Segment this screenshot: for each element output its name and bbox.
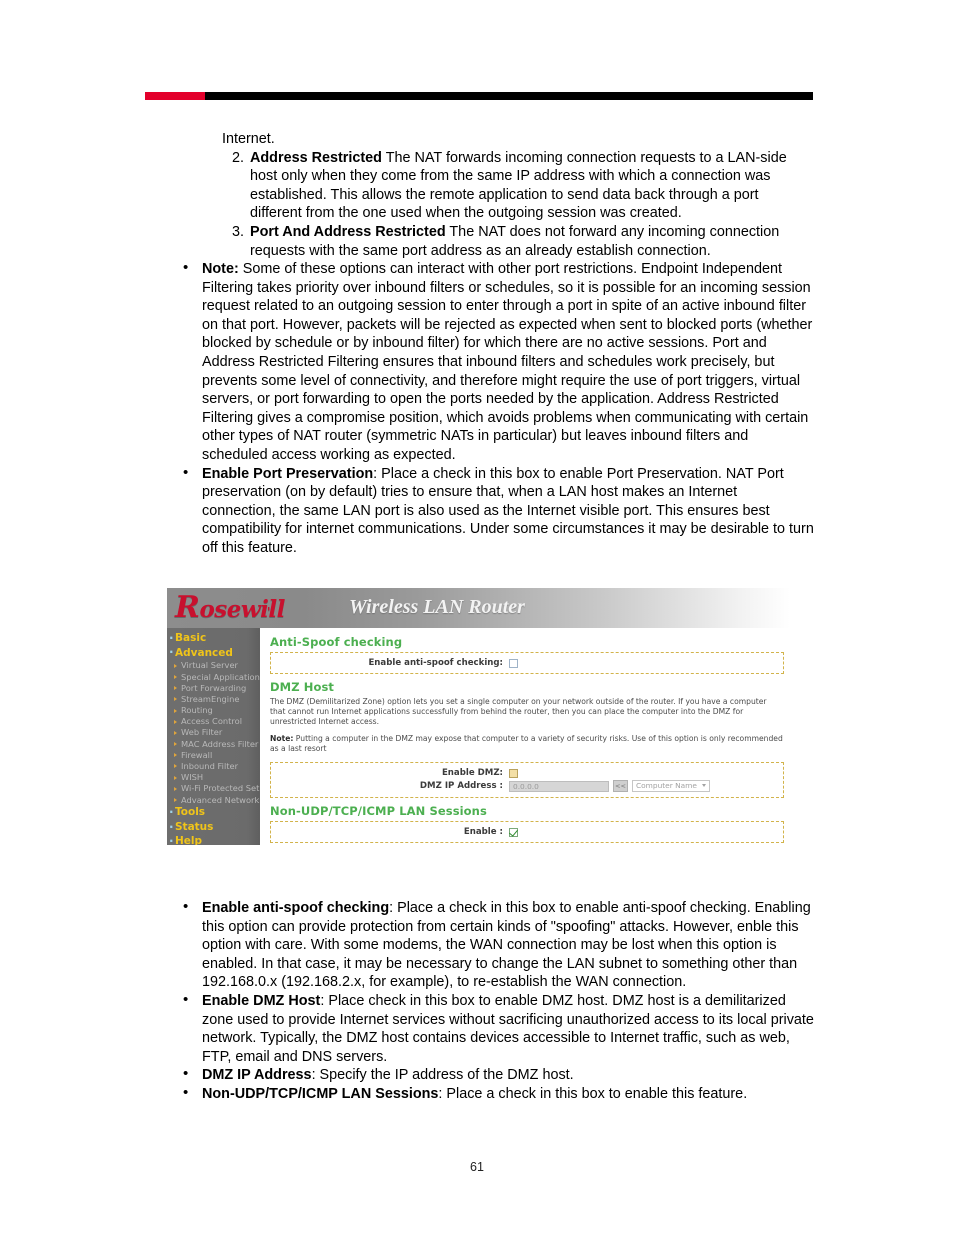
section-heading-antispoof: Anti-Spoof checking	[270, 635, 403, 649]
bullet-term: Note:	[202, 261, 239, 277]
sidebar-item-basic[interactable]: Basic	[167, 631, 260, 645]
nonudp-enable-checkbox[interactable]	[509, 827, 518, 837]
sidebar-item-mac-address-filter[interactable]: MAC Address Filter	[167, 738, 260, 749]
sidebar-item-advanced[interactable]: Advanced	[167, 645, 260, 659]
router-sidebar: Basic Advanced Virtual Server Special Ap…	[167, 628, 270, 845]
list-number: 2.	[231, 149, 244, 166]
router-header-bar: Rosewill ' Wireless LAN Router	[167, 588, 790, 628]
document-bottom-bullets: Enable anti-spoof checking : Place a chec…	[174, 898, 819, 1104]
dmz-note-label: Note:	[270, 734, 294, 743]
sidebar-item-special-applications[interactable]: Special Applications	[167, 671, 264, 682]
list-item: Enable DMZ Host: Place check in this box…	[174, 991, 819, 1066]
sidebar-item-inbound-filter[interactable]: Inbound Filter	[167, 760, 260, 771]
antispoof-enable-checkbox[interactable]	[509, 658, 518, 668]
bullet-text: : Place a check in this box to enable th…	[438, 1085, 748, 1102]
list-item-term: Address Restricted	[250, 149, 382, 166]
list-item: Non-UDP/TCP/ICMP LAN Sessions: Place a c…	[174, 1084, 819, 1104]
bullet-term: Non-UDP/TCP/ICMP LAN Sessions	[202, 1085, 439, 1102]
router-main-content: Anti-Spoof checking Enable anti-spoof ch…	[260, 628, 790, 845]
logo-tick-mark: '	[266, 605, 271, 619]
bullet-list: Note: Some of these options can interact…	[174, 259, 814, 558]
dmz-computer-name-value: Computer Name	[636, 781, 697, 790]
sidebar-item-routing[interactable]: Routing	[167, 705, 260, 716]
router-header-title: Wireless LAN Router	[349, 596, 525, 618]
sidebar-item-wifi-protected-setup[interactable]: Wi-Fi Protected Setup	[167, 783, 270, 794]
page-header-rule	[145, 92, 813, 100]
list-item: 3. Port And Address Restricted The NAT do…	[222, 223, 814, 260]
sidebar-item-virtual-server[interactable]: Virtual Server	[167, 660, 260, 671]
sidebar-item-help[interactable]: Help	[167, 834, 260, 845]
dmz-enable-checkbox[interactable]	[509, 768, 518, 778]
dmz-description: The DMZ (Demilitarized Zone) option lets…	[270, 697, 767, 726]
section-heading-nonudp: Non-UDP/TCP/ICMP LAN Sessions	[270, 804, 487, 818]
bullet-text: Some of these options can interact with …	[202, 261, 813, 463]
document-top-text: Internet. 2. Address Restricted The NAT f…	[222, 130, 814, 260]
dmz-computer-name-select[interactable]: Computer Name	[632, 780, 710, 792]
sidebar-item-web-filter[interactable]: Web Filter	[167, 727, 260, 738]
bullet-term: Enable anti-spoof checking	[202, 900, 390, 916]
dmz-ip-row: DMZ IP Address : 0.0.0.0 << Computer Nam…	[271, 779, 783, 793]
bullet-list: Enable anti-spoof checking : Place a chec…	[174, 898, 819, 1104]
dmz-enable-row: Enable DMZ:	[271, 767, 783, 779]
sidebar-item-wish[interactable]: WISH	[167, 772, 260, 783]
sidebar-item-streamengine[interactable]: StreamEngine	[167, 693, 260, 704]
sidebar-item-port-forwarding[interactable]: Port Forwarding	[167, 682, 260, 693]
chevron-down-icon	[702, 784, 706, 787]
antispoof-enable-row: Enable anti-spoof checking:	[271, 657, 783, 669]
router-admin-screenshot: Rosewill' Wireless LAN Router Basic Adva…	[167, 588, 790, 845]
list-item: 2. Address Restricted The NAT forwards in…	[222, 149, 814, 223]
page-number: 61	[470, 1160, 484, 1174]
bullet-term: Enable DMZ Host	[202, 992, 321, 1009]
bullet-term: DMZ IP Address	[202, 1067, 312, 1084]
bullet-text: : Specify the IP address of the DMZ host…	[311, 1067, 574, 1084]
nonudp-enable-row: Enable :	[271, 826, 783, 838]
dmz-ip-input[interactable]: 0.0.0.0	[509, 780, 609, 792]
numbered-list: 2. Address Restricted The NAT forwards in…	[222, 149, 814, 261]
list-item: DMZ IP Address: Specify the IP address o…	[174, 1065, 819, 1085]
section-heading-dmz: DMZ Host	[270, 680, 334, 694]
sidebar-item-status[interactable]: Status	[167, 820, 260, 834]
rosewill-logo: Rosewill '	[175, 590, 285, 626]
dmz-computer-pick-button[interactable]: <<	[613, 780, 628, 792]
antispoof-panel: Enable anti-spoof checking:	[270, 652, 784, 674]
list-number: 3.	[231, 223, 244, 240]
bullet-term: Enable Port Preservation	[202, 465, 374, 482]
sidebar-item-advanced-network[interactable]: Advanced Network	[167, 794, 260, 805]
intro-line: Internet.	[222, 131, 275, 147]
dmz-enable-label: Enable DMZ:	[441, 768, 503, 778]
sidebar-item-access-control[interactable]: Access Control	[167, 716, 260, 727]
sidebar-item-firewall[interactable]: Firewall	[167, 749, 260, 760]
list-item-term: Port And Address Restricted	[250, 223, 446, 240]
sidebar-item-tools[interactable]: Tools	[167, 805, 260, 819]
list-item: Note: Some of these options can interact…	[174, 259, 814, 465]
dmz-note: Note: Putting a computer in the DMZ may …	[270, 734, 784, 754]
nonudp-enable-label: Enable :	[463, 827, 503, 837]
list-item: Enable anti-spoof checking: Place a chec…	[174, 898, 819, 992]
page-header-rule-accent	[145, 92, 205, 100]
antispoof-enable-label: Enable anti-spoof checking:	[368, 658, 503, 668]
dmz-panel: Enable DMZ: DMZ IP Address : 0.0.0.0 << …	[270, 762, 784, 798]
list-item: Enable Port Preservation: Place a check …	[174, 464, 814, 558]
document-top-bullets: Note: Some of these options can interact…	[174, 259, 814, 558]
nonudp-panel: Enable :	[270, 821, 784, 843]
dmz-note-text: Putting a computer in the DMZ may expose…	[270, 734, 783, 753]
dmz-ip-label: DMZ IP Address :	[419, 781, 503, 791]
